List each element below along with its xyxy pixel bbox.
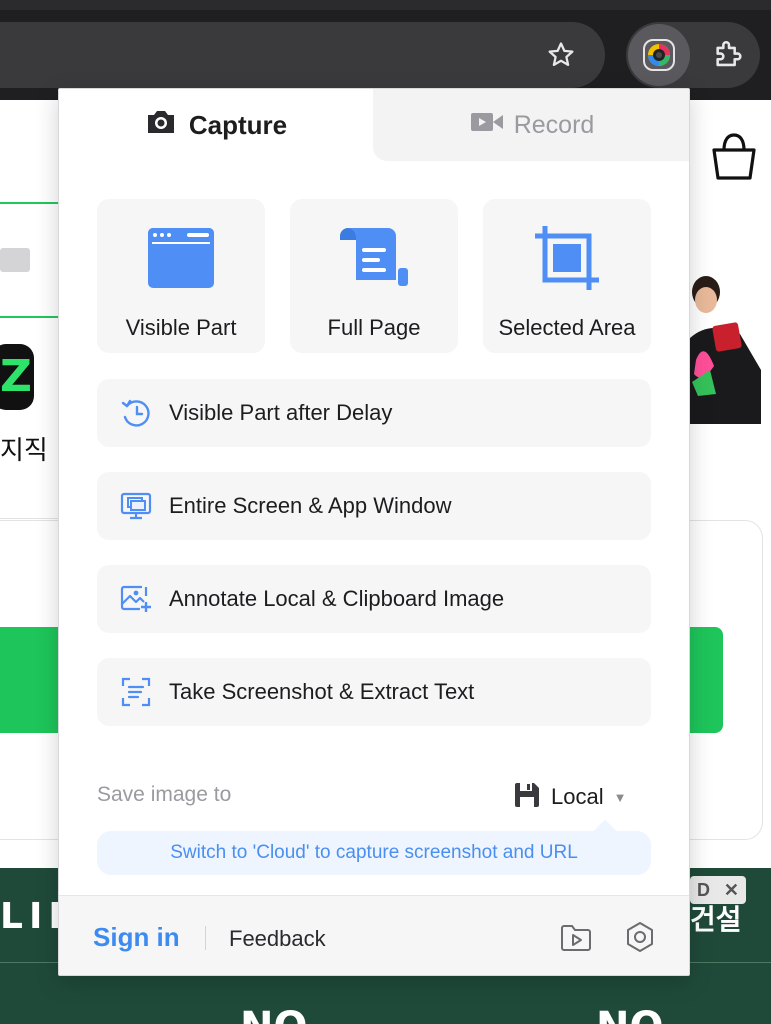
selected-area-button[interactable]: Selected Area <box>483 199 651 353</box>
save-image-label: Save image to <box>97 783 232 806</box>
extract-text-button[interactable]: Take Screenshot & Extract Text <box>97 658 651 726</box>
action-label: Take Screenshot & Extract Text <box>169 679 475 704</box>
camera-icon <box>145 108 177 143</box>
full-page-button[interactable]: Full Page <box>290 199 458 353</box>
tab-capture[interactable]: Capture <box>59 89 373 161</box>
entire-screen-button[interactable]: Entire Screen & App Window <box>97 472 651 540</box>
save-location-value: Local <box>551 784 604 809</box>
capture-popup: Capture Record Visible Part Full Page Se… <box>58 88 690 976</box>
video-folder-icon[interactable] <box>559 922 593 954</box>
feedback-link[interactable]: Feedback <box>229 926 326 952</box>
tile-label: Full Page <box>327 315 421 340</box>
action-label: Annotate Local & Clipboard Image <box>169 586 505 611</box>
ad-label: D <box>696 879 710 900</box>
puzzle-icon[interactable] <box>706 32 752 78</box>
search-box-border <box>0 202 58 204</box>
visible-part-after-delay-button[interactable]: Visible Part after Delay <box>97 379 651 447</box>
text-scan-icon <box>119 675 153 709</box>
search-box-border <box>0 316 58 318</box>
floppy-disk-icon <box>513 781 541 814</box>
save-location-select[interactable]: Local ▼ <box>513 781 626 813</box>
close-icon[interactable]: ✕ <box>724 880 739 901</box>
camera-lens-icon[interactable] <box>628 24 690 86</box>
action-label: Entire Screen & App Window <box>169 493 452 518</box>
star-icon[interactable] <box>540 34 582 76</box>
ad-badge[interactable]: D ✕ <box>690 876 746 904</box>
sign-in-link[interactable]: Sign in <box>93 922 180 953</box>
banner-korean-text: 건설 <box>690 903 742 936</box>
settings-hex-icon[interactable] <box>623 920 657 954</box>
green-button[interactable] <box>0 627 58 733</box>
image-add-icon <box>119 582 153 616</box>
shopping-bag-icon[interactable] <box>708 130 760 184</box>
scroll-page-icon <box>339 223 409 293</box>
keyboard-icon <box>0 248 30 272</box>
cloud-hint-banner[interactable]: Switch to 'Cloud' to capture screenshot … <box>97 831 651 875</box>
visible-part-button[interactable]: Visible Part <box>97 199 265 353</box>
browser-tab-strip <box>0 0 771 10</box>
popup-footer: Sign in Feedback <box>59 895 689 975</box>
divider <box>205 926 206 950</box>
tab-label: Record <box>513 110 595 139</box>
tile-label: Selected Area <box>498 315 636 340</box>
chevron-down-icon: ▼ <box>613 789 627 805</box>
timer-icon <box>119 396 153 430</box>
green-button[interactable] <box>690 627 723 733</box>
app-logo-icon: Z <box>0 351 32 402</box>
tile-label: Visible Part <box>125 315 237 340</box>
promo-image <box>690 270 761 424</box>
divider <box>0 518 58 519</box>
mode-tabs: Capture Record <box>59 89 689 161</box>
address-bar[interactable] <box>0 22 605 88</box>
video-camera-icon <box>470 110 504 141</box>
banner-text: NO <box>240 1004 307 1024</box>
action-label: Visible Part after Delay <box>169 400 393 425</box>
tab-record[interactable]: Record <box>373 89 689 161</box>
tab-label: Capture <box>188 109 288 140</box>
crop-icon <box>532 223 602 293</box>
banner-text: NO <box>596 1004 663 1024</box>
browser-window-icon <box>146 223 216 293</box>
app-label: 지직 <box>0 436 48 466</box>
monitor-windows-icon <box>119 489 153 523</box>
annotate-image-button[interactable]: Annotate Local & Clipboard Image <box>97 565 651 633</box>
